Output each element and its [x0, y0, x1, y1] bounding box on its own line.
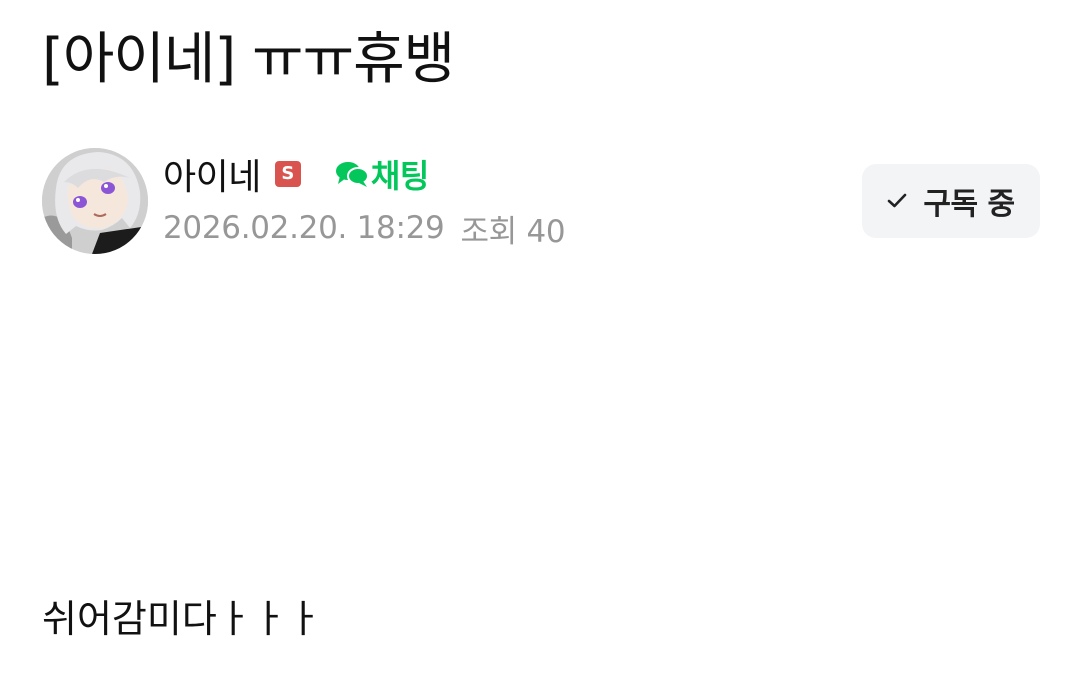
chat-bubbles-icon: [335, 162, 369, 187]
post-page: [아이네] ㅠㅠ휴뱅 아이네 S 채팅 2026.02.20. 18:29 조회…: [0, 0, 1080, 692]
author-name[interactable]: 아이네: [163, 148, 261, 200]
author-row: 아이네 S 채팅: [163, 151, 429, 198]
check-icon: [888, 193, 907, 208]
post-body: 쉬어감미다ㅏㅏㅏ: [42, 597, 322, 641]
grade-badge: S: [274, 161, 301, 187]
subscribe-label: 구독 중: [923, 187, 1015, 222]
post-datetime: 2026.02.20. 18:29: [163, 210, 445, 246]
chat-link[interactable]: 채팅: [335, 151, 429, 197]
subscribe-button[interactable]: 구독 중: [862, 164, 1040, 238]
anime-girl-avatar-icon: [42, 148, 148, 254]
author-avatar[interactable]: [42, 148, 148, 254]
post-title: [아이네] ㅠㅠ휴뱅: [42, 27, 455, 92]
post-meta: 2026.02.20. 18:29 조회 40: [163, 208, 566, 250]
chat-label: 채팅: [370, 157, 429, 195]
view-count: 조회 40: [460, 213, 566, 250]
